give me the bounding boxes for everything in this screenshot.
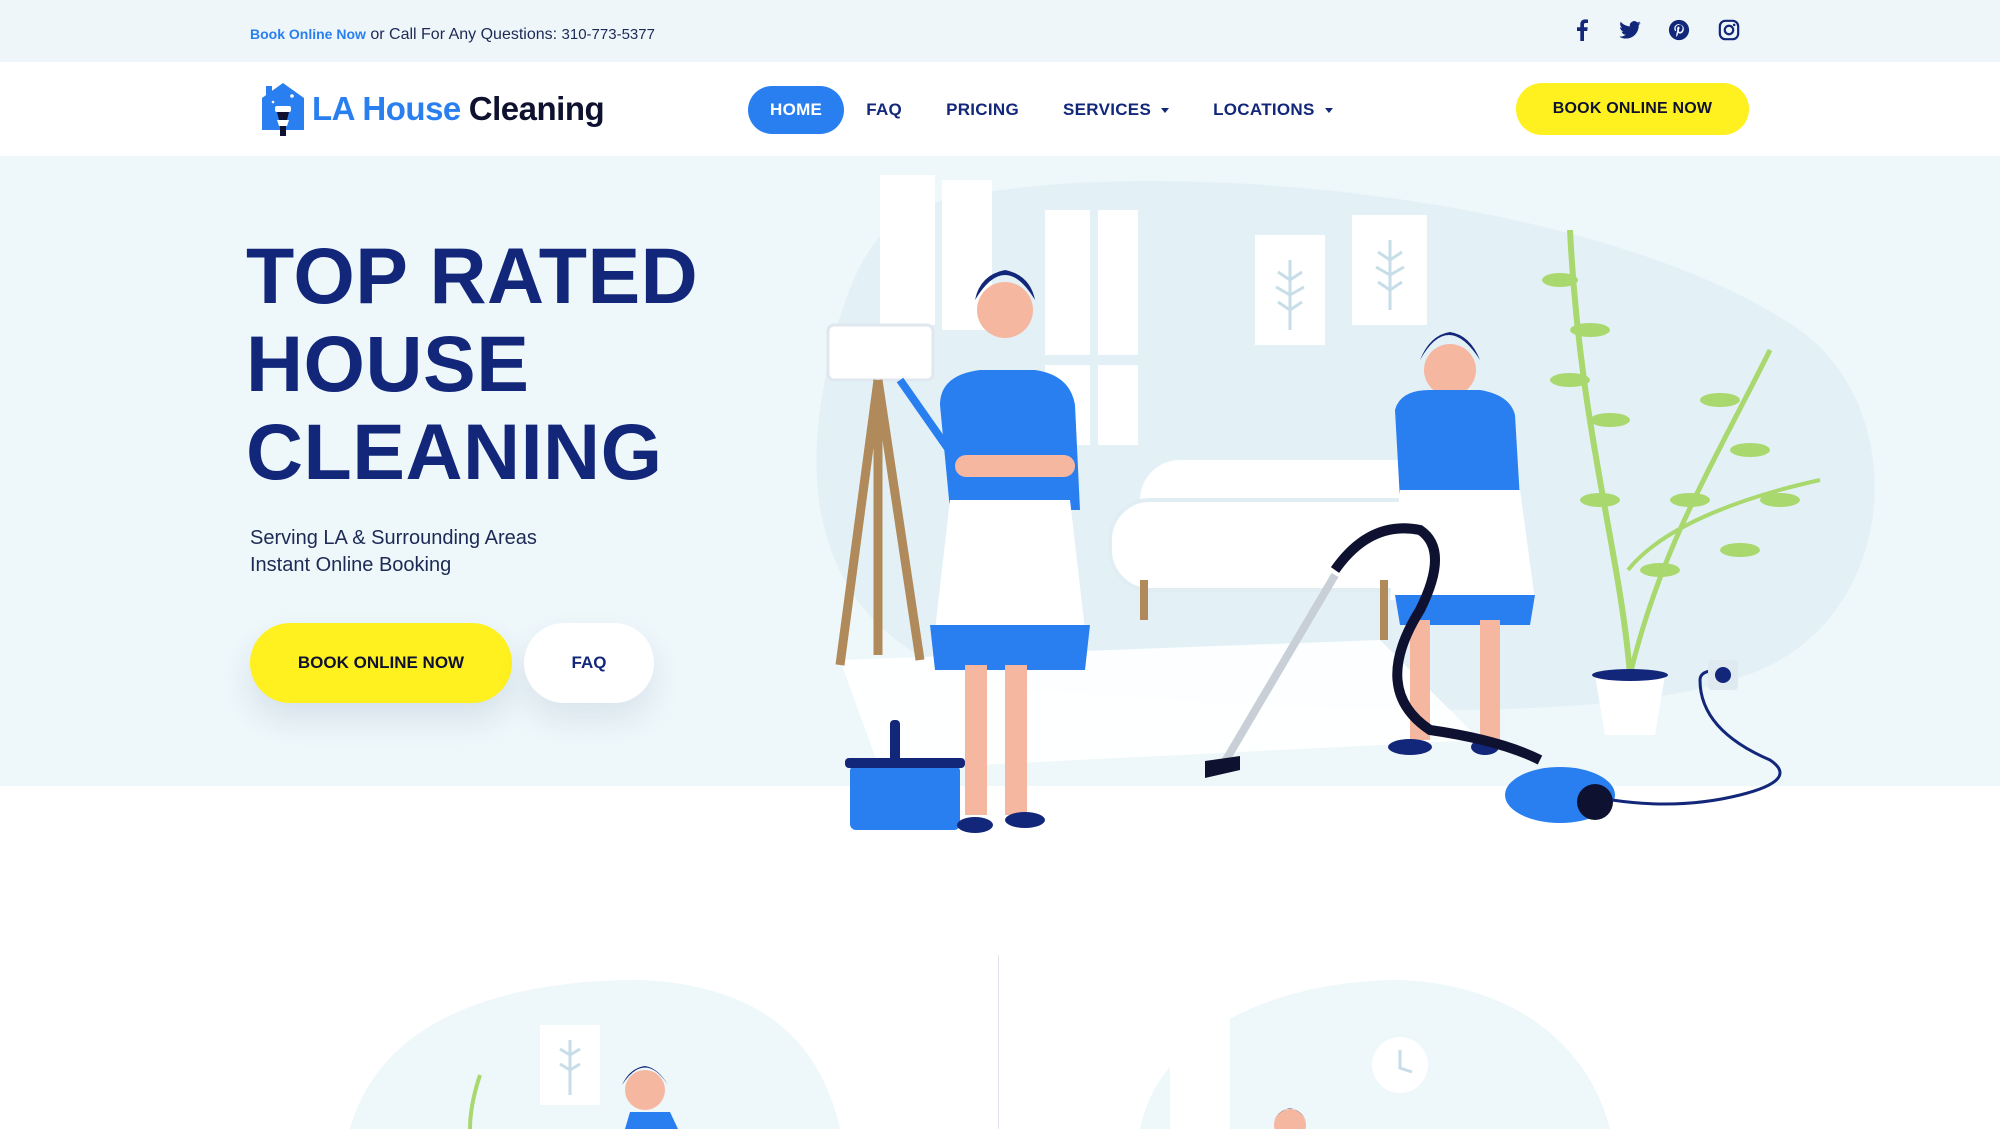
instagram-icon[interactable] <box>1717 18 1741 42</box>
main-nav: HOME FAQ PRICING SERVICES LOCATIONS <box>748 86 1355 134</box>
hero-title-line: CLEANING <box>246 407 663 496</box>
hero-title: TOP RATED HOUSE CLEANING <box>246 232 806 496</box>
hero-subtitle: Serving LA & Surrounding Areas Instant O… <box>250 525 537 579</box>
house-logo-icon <box>262 83 304 136</box>
top-bar: Book Online Now or Call For Any Question… <box>0 0 2000 62</box>
logo-text-blue: LA House <box>312 90 461 127</box>
chevron-down-icon <box>1161 107 1170 113</box>
nav-locations-label: LOCATIONS <box>1213 100 1315 119</box>
nav-services-label: SERVICES <box>1063 100 1152 119</box>
nav-faq-label: FAQ <box>866 100 903 119</box>
header-book-button[interactable]: BOOK ONLINE NOW <box>1516 83 1749 135</box>
pinterest-icon[interactable] <box>1667 18 1691 42</box>
hero-subtitle-line: Serving LA & Surrounding Areas <box>250 527 537 549</box>
nav-pricing-label: PRICING <box>946 100 1020 119</box>
nav-home-label: HOME <box>770 100 823 119</box>
hero-title-line: HOUSE <box>246 319 530 408</box>
phone-number[interactable]: 310-773-5377 <box>562 26 655 43</box>
chevron-down-icon <box>1324 107 1333 113</box>
logo-text-dark: Cleaning <box>468 90 605 127</box>
service-card-illustration <box>350 980 840 1129</box>
nav-pricing[interactable]: PRICING <box>924 86 1041 134</box>
section-divider <box>998 955 999 1129</box>
facebook-icon[interactable] <box>1570 18 1594 42</box>
site-header: LA House Cleaning HOME FAQ PRICING SERVI… <box>0 62 2000 156</box>
hero-faq-button[interactable]: FAQ <box>524 623 654 703</box>
nav-home[interactable]: HOME <box>748 86 845 134</box>
hero-book-button[interactable]: BOOK ONLINE NOW <box>250 623 512 703</box>
nav-locations[interactable]: LOCATIONS <box>1191 86 1355 134</box>
nav-services[interactable]: SERVICES <box>1041 86 1191 134</box>
hero-title-line: TOP RATED <box>246 231 699 320</box>
twitter-icon[interactable] <box>1618 18 1642 42</box>
site-logo[interactable]: LA House Cleaning <box>258 80 605 138</box>
book-online-link[interactable]: Book Online Now <box>250 26 366 42</box>
service-card-illustration <box>1140 980 1610 1129</box>
contact-info: Book Online Now or Call For Any Question… <box>250 26 655 44</box>
hero-subtitle-line: Instant Online Booking <box>250 554 452 576</box>
cleaning-illustration <box>816 175 1875 833</box>
nav-faq[interactable]: FAQ <box>844 86 924 134</box>
call-text: or Call For Any Questions: <box>365 26 562 43</box>
